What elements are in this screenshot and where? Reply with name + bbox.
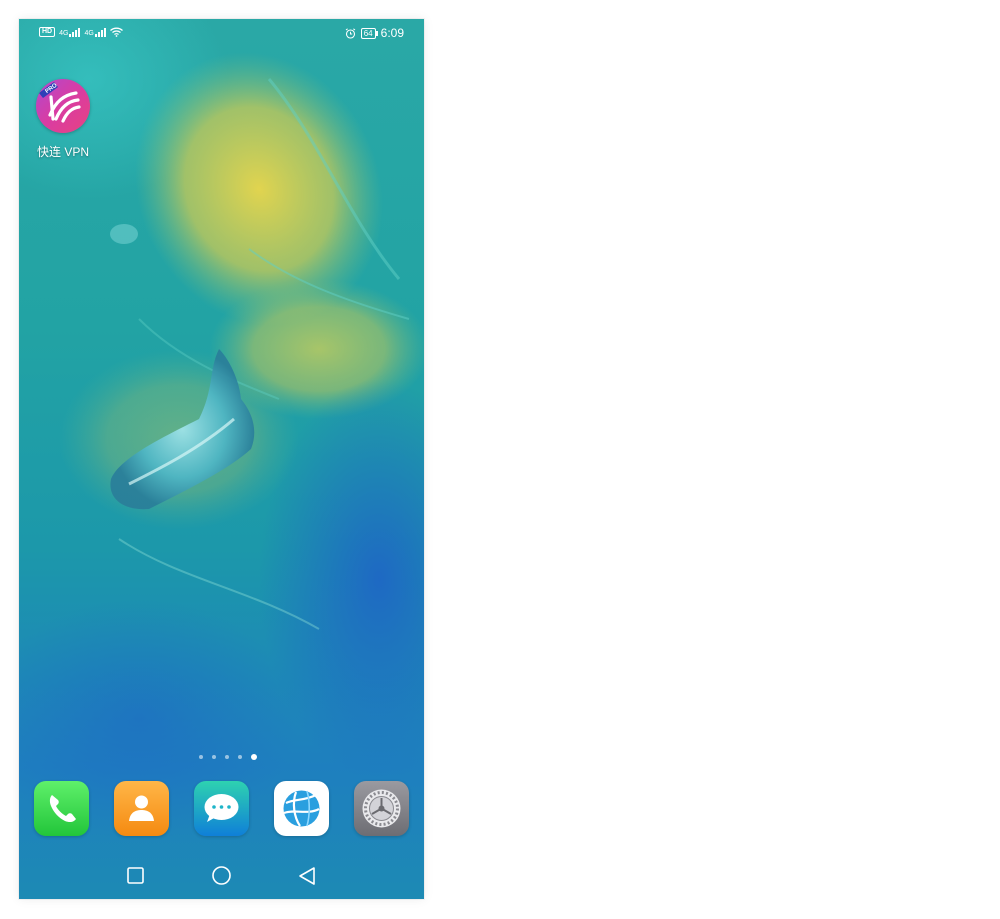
app-label: 快连 VPN	[36, 145, 89, 159]
home-button[interactable]	[201, 859, 241, 893]
page-indicator	[25, 754, 424, 760]
page-dot[interactable]	[211, 755, 216, 759]
dock-app-messages[interactable]	[194, 781, 249, 836]
messages-icon	[204, 794, 239, 822]
sim1-signal-icon: 4G	[59, 27, 81, 37]
recent-apps-icon	[127, 867, 144, 884]
phone-screen: HD 4G 4G 64 6:09 PRO 快连 VPN	[19, 19, 424, 899]
sim2-signal-icon: 4G	[84, 27, 106, 37]
status-bar: HD 4G 4G 64 6:09	[19, 19, 424, 47]
dock-app-contacts[interactable]	[114, 781, 169, 836]
alarm-icon	[345, 27, 356, 39]
settings-icon	[362, 789, 401, 828]
clock: 6:09	[380, 26, 404, 40]
phone-icon	[49, 795, 76, 823]
browser-icon	[283, 790, 320, 827]
dock	[34, 781, 409, 837]
battery-icon: 64	[360, 27, 378, 39]
navigation-bar	[19, 859, 424, 893]
battery-level: 64	[363, 28, 373, 38]
back-icon	[299, 867, 315, 885]
hd-voice-badge: HD	[39, 27, 56, 37]
dock-app-settings[interactable]	[354, 781, 409, 836]
wifi-icon	[109, 27, 123, 37]
page-dot[interactable]	[237, 755, 242, 759]
dock-app-browser[interactable]	[274, 781, 329, 836]
contacts-icon	[129, 795, 154, 821]
vpn-pro-icon: PRO	[36, 79, 90, 133]
home-icon	[212, 866, 231, 885]
page-dot-active[interactable]	[250, 754, 257, 760]
recent-apps-button[interactable]	[115, 859, 155, 893]
page-dot[interactable]	[224, 755, 229, 759]
page-dot[interactable]	[198, 755, 203, 759]
sim2-network-type: 4G	[84, 29, 94, 37]
app-kuailian-vpn[interactable]: PRO 快连 VPN	[33, 79, 93, 160]
back-button[interactable]	[287, 859, 327, 893]
svg-text:PRO: PRO	[44, 82, 58, 95]
dock-app-phone[interactable]	[34, 781, 89, 836]
sim1-network-type: 4G	[59, 29, 69, 37]
